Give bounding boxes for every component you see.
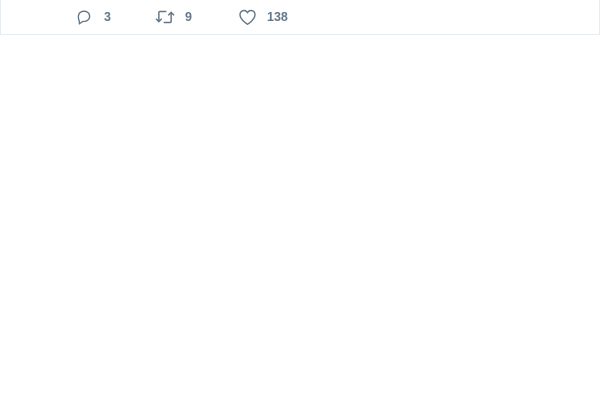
- page: 3 9 138: [0, 0, 600, 400]
- like-button[interactable]: 138: [237, 6, 288, 28]
- tweet-card: 3 9 138: [0, 0, 600, 35]
- reply-button[interactable]: 3: [74, 6, 111, 28]
- retweet-button[interactable]: 9: [155, 6, 192, 28]
- blank-content-area: [0, 36, 600, 400]
- tweet-action-bar: 3 9 138: [1, 0, 599, 34]
- retweet-count: 9: [185, 10, 192, 24]
- like-count: 138: [267, 10, 288, 24]
- reply-icon: [74, 7, 94, 27]
- retweet-icon: [155, 7, 175, 27]
- reply-count: 3: [104, 10, 111, 24]
- heart-icon: [237, 7, 257, 27]
